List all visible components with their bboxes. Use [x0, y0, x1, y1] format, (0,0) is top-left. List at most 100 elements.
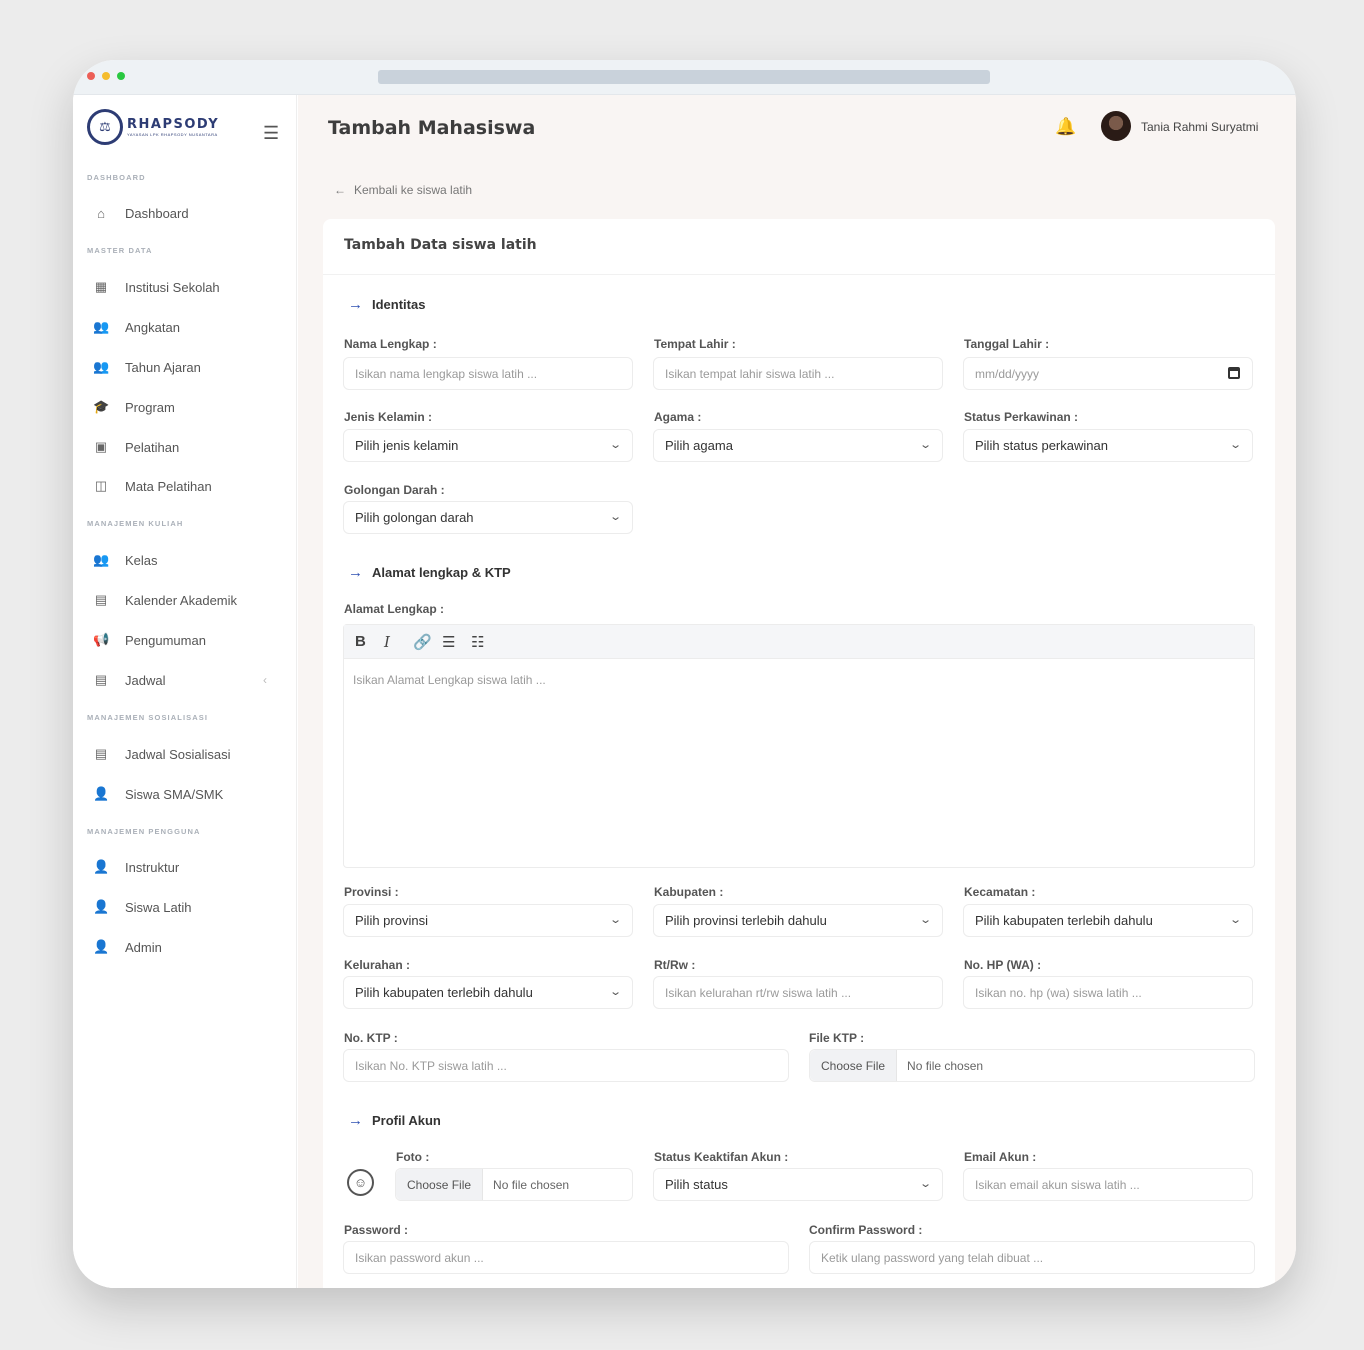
link-icon[interactable]: 🔗 — [413, 633, 442, 651]
sidebar-item-pengumuman[interactable]: 📢 Pengumuman — [93, 630, 206, 650]
logo-subtitle: YAYASAN LPK RHAPSODY NUSANTARA — [127, 131, 218, 137]
user-name[interactable]: Tania Rahmi Suryatmi — [1141, 120, 1258, 134]
agama-select[interactable]: Pilih agama ⌄ — [653, 429, 943, 462]
provinsi-value: Pilih provinsi — [355, 913, 428, 928]
user-icon: 👤 — [93, 939, 110, 954]
sidebar-item-label: Tahun Ajaran — [125, 359, 201, 375]
password-input[interactable]: Isikan password akun ... — [343, 1241, 789, 1274]
sidebar-item-tahun-ajaran[interactable]: 👥 Tahun Ajaran — [93, 357, 201, 377]
sidebar-item-siswa-sma-smk[interactable]: 👤 Siswa SMA/SMK — [93, 784, 223, 804]
jenis-kelamin-value: Pilih jenis kelamin — [355, 438, 459, 453]
status-perkawinan-select[interactable]: Pilih status perkawinan ⌄ — [963, 429, 1253, 462]
sidebar-item-program[interactable]: 🎓 Program — [93, 397, 175, 417]
choose-file-button[interactable]: Choose File — [810, 1050, 898, 1081]
alamat-label: Alamat Lengkap : — [344, 602, 445, 616]
logo-title: RHAPSODY — [127, 116, 220, 132]
user-circle-icon: ☺ — [347, 1169, 374, 1196]
form-card: Tambah Data siswa latih → Identitas Nama … — [323, 219, 1275, 1288]
user-icon: 👤 — [93, 786, 110, 801]
back-link[interactable]: ← Kembali ke siswa latih — [334, 183, 480, 197]
rtrw-input[interactable]: Isikan kelurahan rt/rw siswa latih ... — [653, 976, 943, 1009]
sidebar-item-label: Jadwal Sosialisasi — [125, 746, 231, 762]
confirm-password-input[interactable]: Ketik ulang password yang telah dibuat .… — [809, 1241, 1255, 1274]
sidebar-item-label: Kelas — [125, 552, 158, 568]
bullet-list-icon[interactable]: ☰ — [442, 633, 471, 651]
logo-emblem-icon: ⚖ — [87, 109, 123, 145]
address-bar[interactable] — [378, 70, 990, 84]
chevron-down-icon: ⌄ — [1228, 914, 1242, 926]
sidebar-item-pelatihan[interactable]: ▣ Pelatihan — [93, 437, 179, 457]
menu-toggle-icon[interactable]: ☰ — [263, 123, 279, 144]
kecamatan-select[interactable]: Pilih kabupaten terlebih dahulu ⌄ — [963, 904, 1253, 937]
alamat-editor[interactable]: B I 🔗 ☰ ☷ Isikan Alamat Lengkap siswa la… — [343, 624, 1255, 868]
users-icon: 👥 — [93, 359, 110, 374]
tanggal-lahir-input[interactable]: mm/dd/yyyy — [963, 357, 1253, 390]
section-alamat: → Alamat lengkap & KTP — [348, 564, 511, 581]
noktp-input[interactable]: Isikan No. KTP siswa latih ... — [343, 1049, 789, 1082]
calendar-icon[interactable] — [1228, 367, 1240, 379]
jenis-kelamin-select[interactable]: Pilih jenis kelamin ⌄ — [343, 429, 633, 462]
arrow-left-icon: ← — [334, 183, 346, 197]
sidebar-item-mata-pelatihan[interactable]: ◫ Mata Pelatihan — [93, 476, 212, 496]
graduation-cap-icon: 🎓 — [93, 399, 110, 414]
kabupaten-label: Kabupaten : — [654, 885, 724, 899]
sidebar-item-label: Siswa SMA/SMK — [125, 786, 224, 802]
chevron-down-icon: ⌄ — [608, 986, 622, 998]
sidebar-item-kelas[interactable]: 👥 Kelas — [93, 550, 158, 570]
sidebar-item-label: Jadwal — [125, 672, 166, 688]
choose-file-button[interactable]: Choose File — [396, 1169, 484, 1200]
main-content: Tambah Mahasiswa 🔔 Tania Rahmi Suryatmi … — [298, 95, 1296, 1288]
calendar-icon: ▤ — [94, 746, 108, 761]
sidebar-item-institusi-sekolah[interactable]: ▦ Institusi Sekolah — [93, 277, 220, 297]
section-title-manajemen-pengguna: MANAJEMEN PENGGUNA — [87, 827, 201, 836]
sidebar-item-label: Pelatihan — [125, 439, 180, 455]
sidebar-item-label: Angkatan — [125, 319, 180, 335]
close-dot[interactable] — [87, 72, 95, 80]
back-link-label: Kembali ke siswa latih — [354, 183, 473, 197]
email-input[interactable]: Isikan email akun siswa latih ... — [963, 1168, 1253, 1201]
golongan-darah-value: Pilih golongan darah — [355, 510, 474, 525]
status-akun-select[interactable]: Pilih status ⌄ — [653, 1168, 943, 1201]
sidebar-item-kalender-akademik[interactable]: ▤ Kalender Akademik — [93, 590, 237, 610]
nama-input[interactable]: Isikan nama lengkap siswa latih ... — [343, 357, 633, 390]
golongan-darah-select[interactable]: Pilih golongan darah ⌄ — [343, 501, 633, 534]
sidebar-item-label: Institusi Sekolah — [125, 279, 220, 295]
rtrw-label: Rt/Rw : — [654, 958, 696, 972]
foto-input[interactable]: Choose File No file chosen — [395, 1168, 633, 1201]
file-ktp-input[interactable]: Choose File No file chosen — [809, 1049, 1255, 1082]
sidebar-item-label: Program — [125, 399, 175, 415]
password-label: Password : — [344, 1223, 409, 1237]
home-icon: ⌂ — [97, 205, 105, 221]
sidebar-item-dashboard[interactable]: ⌂ Dashboard — [93, 203, 189, 223]
nohp-input[interactable]: Isikan no. hp (wa) siswa latih ... — [963, 976, 1253, 1009]
file-status: No file chosen — [493, 1177, 570, 1192]
maximize-dot[interactable] — [117, 72, 125, 80]
kecamatan-label: Kecamatan : — [964, 885, 1036, 899]
logo[interactable]: ⚖ RHAPSODY YAYASAN LPK RHAPSODY NUSANTAR… — [87, 109, 219, 145]
tempat-lahir-input[interactable]: Isikan tempat lahir siswa latih ... — [653, 357, 943, 390]
sidebar-item-siswa-latih[interactable]: 👤 Siswa Latih — [93, 897, 191, 917]
kabupaten-select[interactable]: Pilih provinsi terlebih dahulu ⌄ — [653, 904, 943, 937]
sidebar-item-jadwal[interactable]: ▤ Jadwal ‹ — [93, 670, 267, 690]
bell-icon[interactable]: 🔔 — [1055, 117, 1076, 137]
sidebar-item-label: Kalender Akademik — [125, 592, 238, 608]
editor-toolbar: B I 🔗 ☰ ☷ — [344, 625, 1254, 659]
status-akun-value: Pilih status — [665, 1177, 728, 1192]
file-ktp-label: File KTP : — [809, 1031, 865, 1045]
section-title-master-data: MASTER DATA — [87, 246, 153, 255]
sidebar-item-jadwal-sosialisasi[interactable]: ▤ Jadwal Sosialisasi — [93, 744, 231, 764]
numbered-list-icon[interactable]: ☷ — [471, 633, 500, 651]
italic-button[interactable]: I — [384, 633, 413, 651]
jenis-kelamin-label: Jenis Kelamin : — [344, 410, 433, 424]
provinsi-select[interactable]: Pilih provinsi ⌄ — [343, 904, 633, 937]
bold-button[interactable]: B — [355, 633, 384, 650]
avatar[interactable] — [1101, 111, 1131, 141]
sidebar-item-label: Instruktur — [125, 859, 180, 875]
minimize-dot[interactable] — [102, 72, 110, 80]
sidebar-item-instruktur[interactable]: 👤 Instruktur — [93, 857, 179, 877]
sidebar-item-admin[interactable]: 👤 Admin — [93, 937, 162, 957]
email-label: Email Akun : — [964, 1150, 1037, 1164]
open-book-icon: ◫ — [94, 478, 108, 493]
sidebar-item-angkatan[interactable]: 👥 Angkatan — [93, 317, 180, 337]
kelurahan-select[interactable]: Pilih kabupaten terlebih dahulu ⌄ — [343, 976, 633, 1009]
